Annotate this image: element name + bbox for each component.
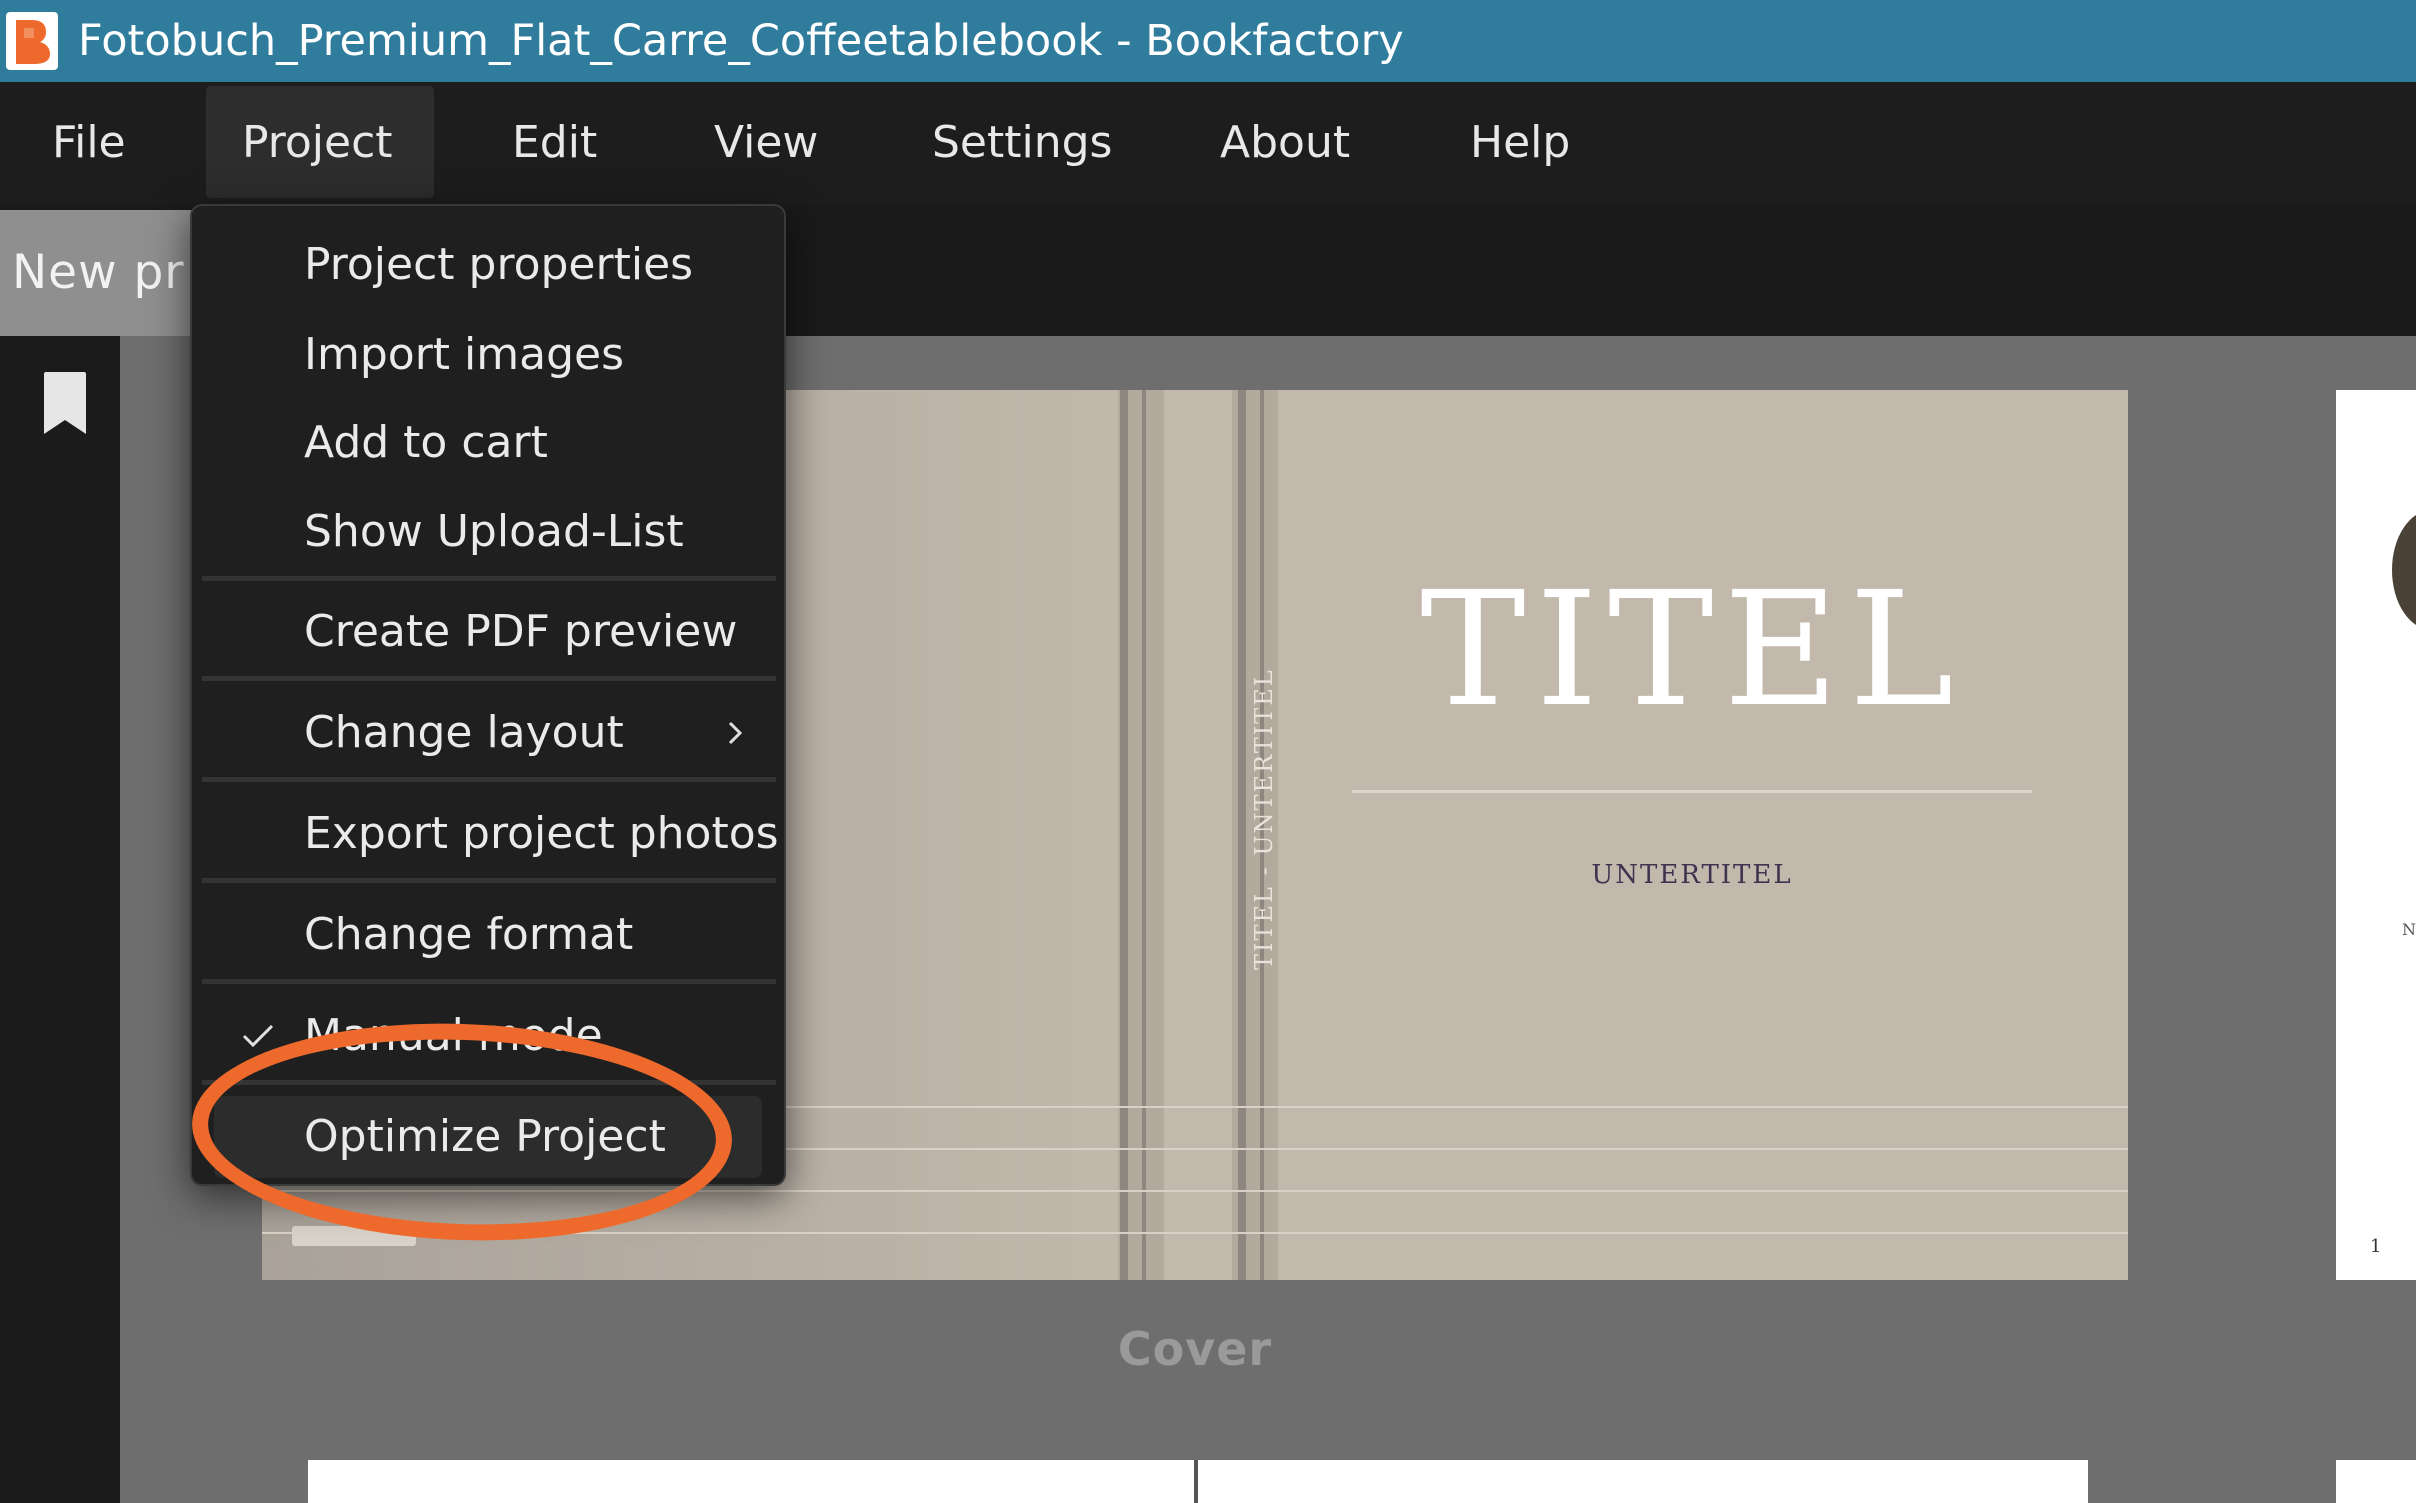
menu-separator [202,979,776,984]
cover-subtitle[interactable]: UNTERTITEL [1342,860,2042,890]
bookmark-icon[interactable] [40,370,90,438]
cover-label: Cover [1117,1322,1273,1376]
menu-help[interactable]: Help [1470,82,1570,204]
menu-separator [202,777,776,782]
next-page-preview[interactable] [2336,1460,2416,1503]
menu-edit[interactable]: Edit [512,82,597,204]
cover-divider [1352,790,2032,793]
checkmark-icon [242,1024,274,1048]
menu-settings[interactable]: Settings [932,82,1112,204]
menu-separator [202,676,776,681]
spine-fold-line [1142,390,1146,1280]
menu-item-import-images[interactable]: Import images [192,314,788,396]
menu-bar-items: File Project Edit View Settings About He… [0,82,2416,204]
menu-item-export-project-photos[interactable]: Export project photos [192,793,788,875]
menu-separator [202,878,776,883]
spine-fold-line [1120,390,1128,1280]
page-1-preview[interactable]: N 1 [2336,390,2416,1280]
cover-title[interactable]: TITEL [1342,560,2042,740]
page-number: 1 [2370,1236,2382,1257]
photo-placeholder [2392,510,2416,630]
spine-text[interactable]: TITEL - UNTERTITEL [1250,668,1290,970]
next-spread-right-page[interactable] [1198,1460,2088,1503]
window-title: Fotobuch_Premium_Flat_Carre_Coffeetableb… [78,16,1404,66]
menu-separator [202,576,776,581]
spine-fold-line [1238,390,1246,1280]
left-sidebar [0,336,120,1503]
menu-item-create-pdf-preview[interactable]: Create PDF preview [192,591,788,673]
menu-item-change-layout[interactable]: Change layout [192,692,788,774]
page-partial-text: N [2402,920,2416,939]
menu-project[interactable]: Project [242,82,393,204]
chevron-right-icon [728,721,743,745]
menu-about[interactable]: About [1220,82,1350,204]
menu-item-add-to-cart[interactable]: Add to cart [192,402,788,484]
menu-item-change-format[interactable]: Change format [192,894,788,976]
menu-item-project-properties[interactable]: Project properties [192,224,788,306]
bookfactory-logo-icon [6,12,58,70]
next-spread-left-page[interactable] [308,1460,1194,1503]
tab-label: New pr [12,245,185,300]
menu-file[interactable]: File [52,82,126,204]
menu-item-show-upload-list[interactable]: Show Upload-List [192,491,788,573]
menu-view[interactable]: View [714,82,818,204]
